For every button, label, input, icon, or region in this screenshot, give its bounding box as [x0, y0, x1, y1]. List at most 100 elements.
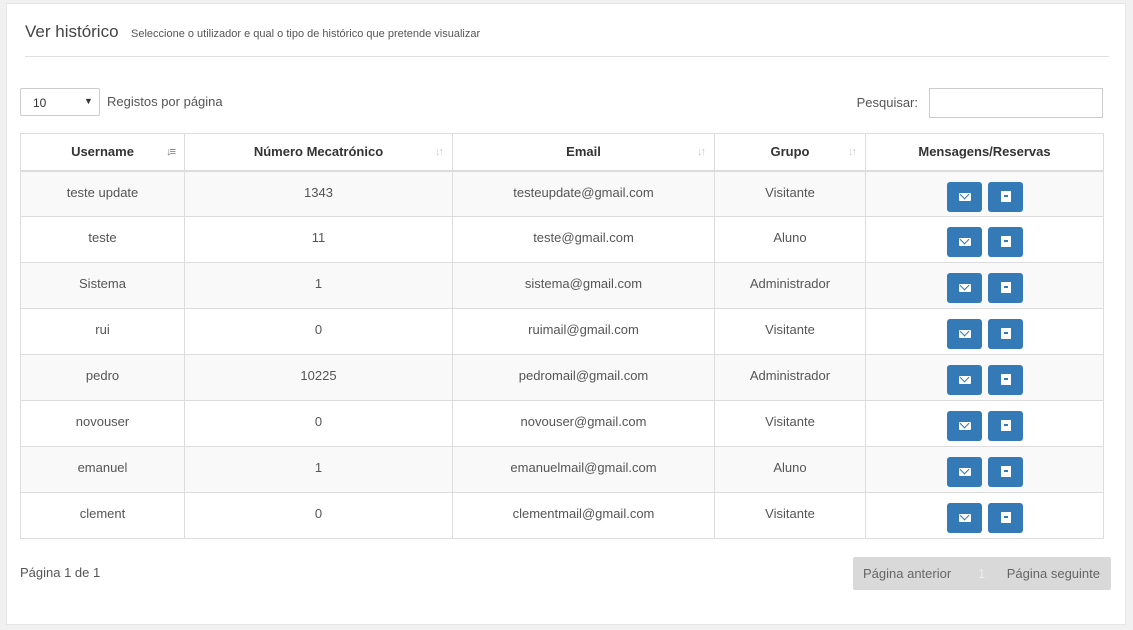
- cell-numero: 1343: [184, 170, 453, 217]
- dropdown-arrow-icon: ▼: [84, 96, 93, 106]
- cell-username: pedro: [20, 354, 185, 401]
- panel-header: Ver histórico Seleccione o utilizador e …: [25, 22, 1109, 57]
- column-header-numero[interactable]: Número Mecatrónico ↓↑: [184, 133, 453, 172]
- cell-grupo: Visitante: [714, 308, 866, 355]
- reservations-button[interactable]: [987, 227, 1023, 257]
- cell-username: novouser: [20, 400, 185, 447]
- cell-numero: 10225: [184, 354, 453, 401]
- archive-box-icon: [1000, 512, 1011, 523]
- table-header-row: Username ↓≡ Número Mecatrónico ↓↑ Email ↓↑ …: [20, 133, 1104, 172]
- page-subtitle: Seleccione o utilizador e qual o tipo de…: [131, 28, 481, 40]
- page-length-value: 10: [33, 96, 47, 110]
- archive-box-icon: [1000, 282, 1011, 293]
- table-row: teste update 1343 testeupdate@gmail.com …: [20, 170, 1104, 217]
- messages-button[interactable]: [946, 411, 982, 441]
- cell-email: clementmail@gmail.com: [452, 492, 715, 539]
- page-title: Ver histórico: [25, 22, 119, 41]
- pagination-info: Página 1 de 1: [20, 565, 101, 580]
- table-row: clement 0 clementmail@gmail.com Visitant…: [20, 492, 1104, 539]
- cell-actions: [865, 446, 1104, 493]
- users-table: Username ↓≡ Número Mecatrónico ↓↑ Email ↓↑ …: [20, 133, 1104, 539]
- cell-numero: 0: [184, 308, 453, 355]
- cell-username: emanuel: [20, 446, 185, 493]
- cell-actions: [865, 400, 1104, 447]
- cell-username: rui: [20, 308, 185, 355]
- envelope-icon: [958, 192, 971, 201]
- cell-actions: [865, 492, 1104, 539]
- page-number-1[interactable]: 1: [978, 566, 985, 581]
- archive-box-icon: [1000, 466, 1011, 477]
- next-page-button[interactable]: Página seguinte: [1007, 566, 1100, 581]
- page-length-select[interactable]: 10 ▼: [20, 88, 100, 116]
- cell-username: clement: [20, 492, 185, 539]
- cell-email: testeupdate@gmail.com: [452, 170, 715, 217]
- envelope-icon: [958, 422, 971, 430]
- cell-grupo: Administrador: [714, 354, 866, 401]
- messages-button[interactable]: [946, 319, 982, 349]
- column-header-actions: Mensagens/Reservas: [865, 133, 1104, 172]
- cell-grupo: Administrador: [714, 262, 866, 309]
- table-row: emanuel 1 emanuelmail@gmail.com Aluno: [20, 446, 1104, 493]
- archive-box-icon: [1000, 420, 1011, 431]
- envelope-icon: [958, 468, 971, 476]
- cell-numero: 1: [184, 446, 453, 493]
- table-row: pedro 10225 pedromail@gmail.com Administ…: [20, 354, 1104, 401]
- reservations-button[interactable]: [987, 273, 1023, 303]
- messages-button[interactable]: [946, 227, 982, 257]
- reservations-button[interactable]: [987, 319, 1023, 349]
- column-header-email[interactable]: Email ↓↑: [452, 133, 715, 172]
- cell-actions: [865, 262, 1104, 309]
- cell-actions: [865, 354, 1104, 401]
- column-header-username[interactable]: Username ↓≡: [20, 133, 185, 172]
- cell-grupo: Aluno: [714, 216, 866, 263]
- cell-grupo: Visitante: [714, 492, 866, 539]
- messages-button[interactable]: [946, 181, 982, 212]
- column-header-grupo[interactable]: Grupo ↓↑: [714, 133, 866, 172]
- reservations-button[interactable]: [987, 457, 1023, 487]
- cell-actions: [865, 216, 1104, 263]
- table-row: teste 11 teste@gmail.com Aluno: [20, 216, 1104, 263]
- archive-box-icon: [1000, 190, 1011, 202]
- envelope-icon: [958, 330, 971, 338]
- cell-email: teste@gmail.com: [452, 216, 715, 263]
- cell-email: pedromail@gmail.com: [452, 354, 715, 401]
- search-input[interactable]: [929, 88, 1103, 118]
- reservations-button[interactable]: [987, 503, 1023, 533]
- cell-username: teste: [20, 216, 185, 263]
- sort-icon: ↓↑: [848, 146, 857, 158]
- page-length-label: Registos por página: [107, 94, 223, 109]
- reservations-button[interactable]: [987, 181, 1023, 212]
- cell-numero: 11: [184, 216, 453, 263]
- messages-button[interactable]: [946, 365, 982, 395]
- cell-grupo: Visitante: [714, 170, 866, 217]
- messages-button[interactable]: [946, 273, 982, 303]
- cell-username: Sistema: [20, 262, 185, 309]
- reservations-button[interactable]: [987, 411, 1023, 441]
- pagination: Página anterior 1 Página seguinte: [853, 557, 1111, 590]
- cell-username: teste update: [20, 170, 185, 217]
- sort-icon: ↓↑: [697, 146, 706, 158]
- cell-actions: [865, 308, 1104, 355]
- table-body: teste update 1343 testeupdate@gmail.com …: [20, 170, 1104, 539]
- messages-button[interactable]: [946, 503, 982, 533]
- cell-email: sistema@gmail.com: [452, 262, 715, 309]
- envelope-icon: [958, 238, 971, 246]
- search-label: Pesquisar:: [856, 95, 918, 110]
- table-row: rui 0 ruimail@gmail.com Visitante: [20, 308, 1104, 355]
- table-row: Sistema 1 sistema@gmail.com Administrado…: [20, 262, 1104, 309]
- table-row: novouser 0 novouser@gmail.com Visitante: [20, 400, 1104, 447]
- archive-box-icon: [1000, 328, 1011, 339]
- archive-box-icon: [1000, 236, 1011, 247]
- cell-email: emanuelmail@gmail.com: [452, 446, 715, 493]
- sort-icon: ↓↑: [435, 146, 444, 158]
- cell-actions: [865, 170, 1104, 217]
- envelope-icon: [958, 284, 971, 292]
- cell-email: ruimail@gmail.com: [452, 308, 715, 355]
- reservations-button[interactable]: [987, 365, 1023, 395]
- envelope-icon: [958, 514, 971, 522]
- messages-button[interactable]: [946, 457, 982, 487]
- archive-box-icon: [1000, 374, 1011, 385]
- cell-grupo: Visitante: [714, 400, 866, 447]
- sort-desc-icon: ↓≡: [166, 146, 176, 158]
- previous-page-button[interactable]: Página anterior: [863, 566, 951, 581]
